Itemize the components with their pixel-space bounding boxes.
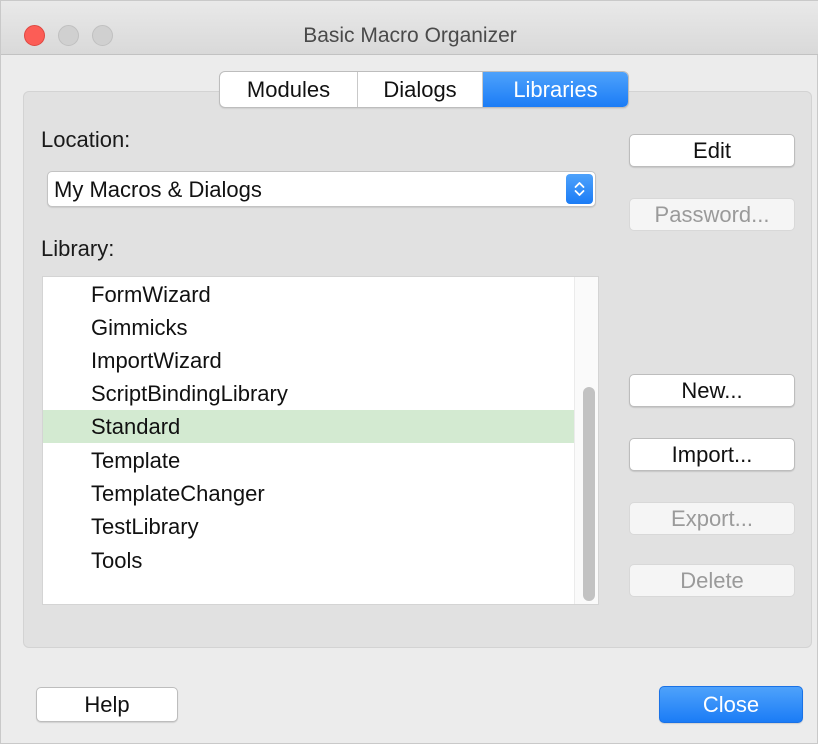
list-item[interactable]: FormWizard (43, 278, 574, 311)
library-label: Library: (41, 236, 115, 261)
list-item[interactable]: Template (43, 444, 574, 477)
close-button[interactable]: Close (659, 686, 803, 723)
list-item[interactable]: TestLibrary (43, 510, 574, 543)
import-button[interactable]: Import... (629, 438, 795, 471)
list-scrollbar[interactable] (574, 277, 598, 604)
tab-bar: Modules Dialogs Libraries (219, 71, 629, 108)
list-item[interactable]: Gimmicks (43, 311, 574, 344)
window-title: Basic Macro Organizer (303, 24, 517, 47)
password-button[interactable]: Password... (629, 198, 795, 231)
list-item-selected[interactable]: Standard (43, 410, 574, 443)
list-item[interactable]: ScriptBindingLibrary (43, 377, 574, 410)
library-list[interactable]: FormWizard Gimmicks ImportWizard ScriptB… (42, 276, 599, 605)
help-button[interactable]: Help (36, 687, 178, 722)
tab-libraries[interactable]: Libraries (483, 72, 628, 107)
location-select-value: My Macros & Dialogs (54, 177, 262, 202)
scrollbar-thumb[interactable] (583, 387, 595, 601)
tab-modules[interactable]: Modules (220, 72, 358, 107)
edit-button[interactable]: Edit (629, 134, 795, 167)
title-bar: Basic Macro Organizer (1, 1, 818, 55)
list-item[interactable]: TemplateChanger (43, 477, 574, 510)
list-item[interactable]: ImportWizard (43, 344, 574, 377)
list-item[interactable]: Tools (43, 544, 574, 577)
tab-dialogs[interactable]: Dialogs (358, 72, 483, 107)
location-label: Location: (41, 127, 131, 152)
basic-macro-organizer-window: Basic Macro Organizer Modules Dialogs Li… (0, 0, 818, 744)
delete-button[interactable]: Delete (629, 564, 795, 597)
export-button[interactable]: Export... (629, 502, 795, 535)
select-stepper-icon (566, 174, 593, 204)
new-button[interactable]: New... (629, 374, 795, 407)
location-select[interactable]: My Macros & Dialogs (47, 171, 596, 207)
